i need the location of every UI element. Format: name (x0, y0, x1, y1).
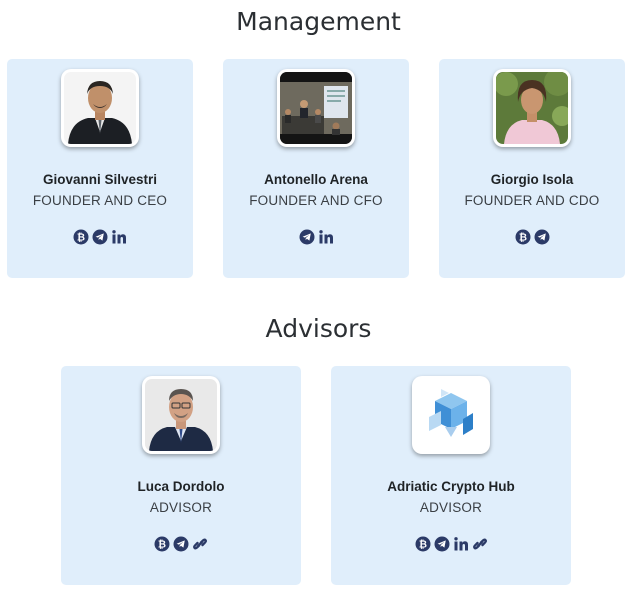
svg-text:₿: ₿ (518, 232, 526, 244)
profile-photo (64, 72, 136, 144)
company-logo (415, 379, 487, 451)
member-role: ADVISOR (419, 500, 483, 515)
member-role: ADVISOR (149, 500, 213, 515)
svg-text:₿: ₿ (77, 232, 85, 244)
member-name: Adriatic Crypto Hub (387, 479, 515, 494)
telegram-icon[interactable] (534, 229, 550, 245)
avatar (142, 376, 220, 454)
social-links: ₿ (61, 536, 301, 552)
telegram-icon[interactable] (92, 229, 108, 245)
avatar (493, 69, 571, 147)
bitcointalk-icon[interactable]: ₿ (515, 229, 531, 245)
team-card-giorgio-isola: Giorgio Isola FOUNDER AND CDO ₿ (439, 59, 625, 278)
member-role: FOUNDER AND CDO (464, 193, 600, 208)
member-role: FOUNDER AND CEO (32, 193, 168, 208)
linkedin-icon[interactable] (453, 536, 469, 552)
social-links: ₿ (7, 229, 193, 245)
member-name: Antonello Arena (264, 172, 368, 187)
advisors-heading: Advisors (265, 314, 372, 343)
team-card-giovanni-silvestri: Giovanni Silvestri FOUNDER AND CEO ₿ (7, 59, 193, 278)
svg-text:₿: ₿ (158, 539, 166, 551)
telegram-icon[interactable] (434, 536, 450, 552)
profile-photo (496, 72, 568, 144)
member-name: Giovanni Silvestri (42, 172, 158, 187)
linkedin-icon[interactable] (318, 229, 334, 245)
link-icon[interactable] (192, 536, 208, 552)
advisor-card-luca-dordolo: Luca Dordolo ADVISOR ₿ (61, 366, 301, 585)
svg-text:₿: ₿ (418, 539, 426, 551)
bitcointalk-icon[interactable]: ₿ (73, 229, 89, 245)
avatar (61, 69, 139, 147)
member-name: Luca Dordolo (137, 479, 225, 494)
bitcointalk-icon[interactable]: ₿ (415, 536, 431, 552)
advisor-card-adriatic-crypto-hub: Adriatic Crypto Hub ADVISOR ₿ (331, 366, 571, 585)
link-icon[interactable] (472, 536, 488, 552)
bitcointalk-icon[interactable]: ₿ (154, 536, 170, 552)
management-heading: Management (236, 7, 401, 36)
team-card-antonello-arena: Antonello Arena FOUNDER AND CFO (223, 59, 409, 278)
linkedin-icon[interactable] (111, 229, 127, 245)
social-links: ₿ (439, 229, 625, 245)
telegram-icon[interactable] (299, 229, 315, 245)
social-links (223, 229, 409, 245)
social-links: ₿ (331, 536, 571, 552)
member-role: FOUNDER AND CFO (249, 193, 383, 208)
profile-photo (280, 72, 352, 144)
avatar (412, 376, 490, 454)
profile-photo (145, 379, 217, 451)
member-name: Giorgio Isola (490, 172, 574, 187)
telegram-icon[interactable] (173, 536, 189, 552)
avatar (277, 69, 355, 147)
